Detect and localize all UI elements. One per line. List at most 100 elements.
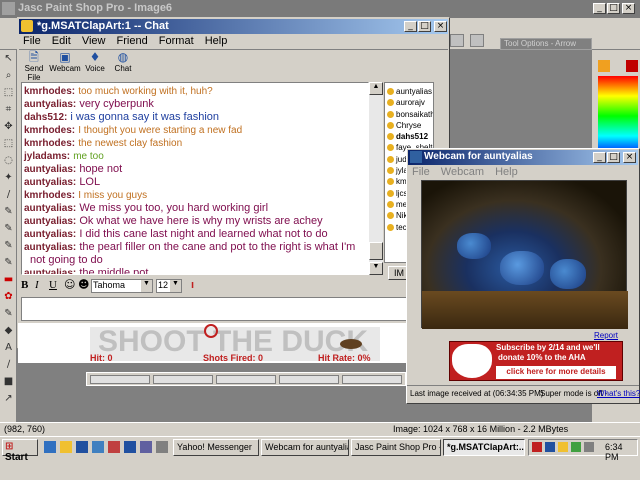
selection-tool-icon[interactable]: ⬚ [1, 137, 16, 152]
menu-friend[interactable]: Friend [117, 35, 148, 47]
paintbrush-tool-icon[interactable]: ✎ [1, 205, 16, 220]
quicklaunch-icon[interactable] [76, 441, 88, 453]
airbrush-tool-icon[interactable]: ✎ [1, 307, 16, 322]
chat-message-user[interactable]: kmrhodes: [24, 138, 75, 149]
tray-icon[interactable] [545, 442, 555, 452]
emoticon-icon[interactable]: ☻ [78, 278, 89, 291]
menu-help[interactable]: Help [205, 35, 228, 47]
voice-button[interactable]: ♦ Voice [81, 50, 109, 73]
menu-format[interactable]: Format [159, 35, 194, 47]
font-select[interactable]: Tahoma ▼ [91, 279, 153, 293]
webcam-close-button[interactable]: × [623, 152, 636, 163]
crop-tool-icon[interactable]: ⌗ [1, 103, 16, 118]
chat-message-user[interactable]: auntyalias: [24, 164, 76, 175]
preset-shapes-icon[interactable]: ■ [1, 375, 16, 390]
smiley-icon[interactable]: ☺ [64, 278, 75, 291]
webcam-menu-help[interactable]: Help [495, 166, 518, 178]
webcam-maximize-button[interactable]: □ [607, 152, 620, 163]
webcam-button[interactable]: ▣ Webcam [49, 50, 81, 73]
psp-close-button[interactable]: × [622, 3, 635, 14]
font-size-select[interactable]: 12 ▼ [156, 279, 182, 293]
quicklaunch-icon[interactable] [92, 441, 104, 453]
aha-ad-banner[interactable]: Subscribe by 2/14 and we'll donate 10% t… [449, 341, 623, 381]
chat-minimize-button[interactable]: _ [404, 21, 417, 32]
menu-view[interactable]: View [82, 35, 106, 47]
chat-button[interactable]: ◍ Chat [109, 50, 137, 73]
tray-icon[interactable] [558, 442, 568, 452]
user-list-item[interactable]: aurorajv [387, 97, 433, 108]
speaker-icon[interactable] [584, 442, 594, 452]
webcam-minimize-button[interactable]: _ [593, 152, 606, 163]
scroll-thumb[interactable] [369, 242, 383, 260]
quicklaunch-icon[interactable] [156, 441, 168, 453]
tray-icon[interactable] [532, 442, 542, 452]
mover-tool-icon[interactable]: ✥ [1, 120, 16, 135]
vector-object-icon[interactable]: ↗ [1, 392, 16, 407]
user-list-item[interactable]: dahs512 [387, 131, 433, 142]
chat-close-button[interactable]: × [434, 21, 447, 32]
text-tool-icon[interactable]: A [1, 341, 16, 356]
task-chat[interactable]: *g.MSATClapArt:... [443, 439, 525, 456]
user-list-item[interactable]: Chryse [387, 120, 433, 131]
psp-toolbar-icon[interactable] [470, 34, 484, 47]
start-button[interactable]: ⊞ Start [2, 439, 38, 463]
quicklaunch-icon[interactable] [124, 441, 136, 453]
menu-edit[interactable]: Edit [52, 35, 71, 47]
chat-message-user[interactable]: auntyalias: [24, 242, 76, 253]
psp-maximize-button[interactable]: □ [607, 3, 620, 14]
chat-message-user[interactable]: auntyalias: [24, 216, 76, 227]
quicklaunch-icon[interactable] [140, 441, 152, 453]
bold-button[interactable]: B [21, 279, 35, 291]
lasso-tool-icon[interactable]: ◌ [1, 154, 16, 169]
chat-scrollbar[interactable]: ▲ ▼ [369, 82, 383, 275]
magic-wand-icon[interactable]: ✦ [1, 171, 16, 186]
text-color-icon[interactable]: ı [191, 279, 194, 291]
chat-message-user[interactable]: auntyalias: [24, 99, 76, 110]
background-color-swatch[interactable] [626, 60, 638, 72]
chat-message-user[interactable]: auntyalias: [24, 203, 76, 214]
menu-file[interactable]: File [23, 35, 41, 47]
inner-task-button[interactable] [279, 375, 339, 384]
tool-options-panel[interactable]: Tool Options - Arrow [500, 38, 592, 50]
color-replacer-icon[interactable]: ✎ [1, 239, 16, 254]
italic-button[interactable]: I [35, 279, 49, 291]
chat-message-user[interactable]: auntyalias: [24, 229, 76, 240]
inner-task-button[interactable] [90, 375, 150, 384]
zoom-tool-icon[interactable]: ⌕ [1, 69, 16, 84]
chat-message-user[interactable]: kmrhodes: [24, 125, 75, 136]
inner-task-button[interactable] [216, 375, 276, 384]
deform-tool-icon[interactable]: ⬚ [1, 86, 16, 101]
underline-button[interactable]: U [49, 279, 63, 291]
chat-message-area[interactable]: kmrhodes: too much working with it, huh?… [21, 82, 369, 275]
user-list-item[interactable]: bonsaikathy [387, 109, 433, 120]
retouch-tool-icon[interactable]: ✎ [1, 256, 16, 271]
quicklaunch-icon[interactable] [108, 441, 120, 453]
quicklaunch-icon[interactable] [60, 441, 72, 453]
shoot-the-duck-ad[interactable]: SHOOT THE DUCK Hit: 0 Shots Fired: 0 Hit… [18, 323, 449, 363]
tray-icon[interactable] [571, 442, 581, 452]
task-yahoo-messenger[interactable]: Yahoo! Messenger [173, 439, 259, 456]
eraser-tool-icon[interactable]: ▬ [1, 273, 16, 288]
chat-message-user[interactable]: auntyalias: [24, 177, 76, 188]
webcam-menu-webcam[interactable]: Webcam [441, 166, 484, 178]
draw-tool-icon[interactable]: ∕ [1, 358, 16, 373]
ad-details-link[interactable]: click here for more details [496, 366, 616, 379]
chat-message-user[interactable]: dahs512: [24, 112, 67, 123]
chat-message-user[interactable]: kmrhodes: [24, 86, 75, 97]
message-input[interactable] [21, 297, 436, 321]
chat-maximize-button[interactable]: □ [418, 21, 431, 32]
chat-message-user[interactable]: jyladams: [24, 151, 70, 162]
arrow-tool-icon[interactable]: ↖ [1, 52, 16, 67]
scroll-down-arrow-icon[interactable]: ▼ [369, 262, 383, 275]
chat-message-user[interactable]: auntyalias: [24, 268, 76, 274]
psp-toolbar-icon[interactable] [450, 34, 464, 47]
picture-tube-icon[interactable]: ✿ [1, 290, 16, 305]
user-list-item[interactable]: auntyalias [387, 86, 433, 97]
scroll-up-arrow-icon[interactable]: ▲ [369, 82, 383, 95]
clone-brush-icon[interactable]: ✎ [1, 222, 16, 237]
quicklaunch-icon[interactable] [44, 441, 56, 453]
task-paint-shop-pro[interactable]: Jasc Paint Shop Pro - [351, 439, 441, 456]
flood-fill-icon[interactable]: ◆ [1, 324, 16, 339]
whats-this-link[interactable]: What's this? [597, 389, 640, 398]
foreground-color-swatch[interactable] [598, 60, 610, 72]
